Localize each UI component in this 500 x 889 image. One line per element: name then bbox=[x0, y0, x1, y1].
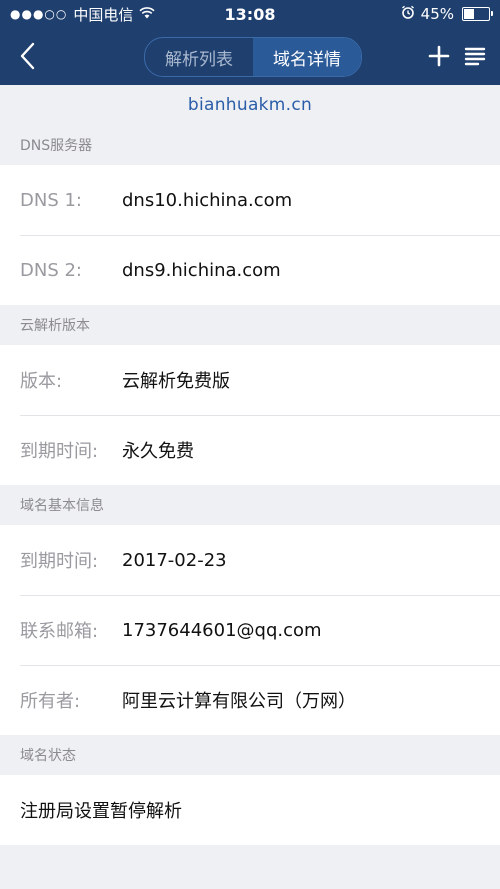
row-value: 阿里云计算有限公司（万网） bbox=[122, 691, 356, 712]
top-bar: ●●●○○ 中国电信 13:08 45% 解析列表 域名详情 bbox=[0, 0, 500, 85]
list-menu-icon bbox=[464, 47, 486, 66]
row-value: dns10.hichina.com bbox=[122, 189, 293, 211]
battery-percent: 45% bbox=[420, 5, 454, 23]
nav-bar: 解析列表 域名详情 bbox=[0, 28, 500, 85]
row-value: dns9.hichina.com bbox=[122, 259, 281, 281]
dns-row-1: DNS 1: dns10.hichina.com bbox=[0, 165, 500, 235]
version-row: 版本: 云解析免费版 bbox=[0, 345, 500, 415]
tab-record-list[interactable]: 解析列表 bbox=[145, 38, 253, 76]
back-chevron-icon bbox=[20, 42, 35, 70]
row-label: DNS 1: bbox=[20, 189, 82, 211]
row-label: 联系邮箱: bbox=[20, 621, 99, 642]
signal-strength: ●●●○○ bbox=[10, 7, 68, 21]
alarm-icon bbox=[401, 5, 415, 23]
segmented-control: 解析列表 域名详情 bbox=[144, 37, 362, 77]
version-expiry-row: 到期时间: 永久免费 bbox=[0, 415, 500, 485]
domain-name: bianhuakm.cn bbox=[0, 85, 500, 125]
status-rows: 注册局设置暂停解析 bbox=[0, 775, 500, 845]
section-header-version: 云解析版本 bbox=[0, 305, 500, 345]
battery-level-fill bbox=[464, 9, 474, 19]
section-header-domain-status: 域名状态 bbox=[0, 735, 500, 775]
row-value: 2017-02-23 bbox=[122, 549, 227, 571]
row-label: DNS 2: bbox=[20, 259, 82, 281]
basic-info-rows: 到期时间: 2017-02-23 联系邮箱: 1737644601@qq.com… bbox=[0, 525, 500, 735]
domain-status-value: 注册局设置暂停解析 bbox=[20, 801, 182, 822]
row-label: 到期时间: bbox=[20, 551, 99, 572]
back-button[interactable] bbox=[12, 40, 42, 72]
row-value: 永久免费 bbox=[122, 441, 194, 462]
row-label: 所有者: bbox=[20, 691, 81, 712]
add-button[interactable] bbox=[424, 41, 454, 71]
status-bar: ●●●○○ 中国电信 13:08 45% bbox=[0, 0, 500, 28]
tab-domain-details[interactable]: 域名详情 bbox=[253, 38, 361, 76]
wifi-icon bbox=[139, 5, 155, 23]
version-rows: 版本: 云解析免费版 到期时间: 永久免费 bbox=[0, 345, 500, 485]
owner-row: 所有者: 阿里云计算有限公司（万网） bbox=[0, 665, 500, 735]
battery-icon bbox=[462, 7, 493, 21]
domain-status-row: 注册局设置暂停解析 bbox=[0, 775, 500, 845]
row-value: 云解析免费版 bbox=[122, 371, 230, 392]
row-label: 版本: bbox=[20, 371, 63, 392]
expiry-date-row: 到期时间: 2017-02-23 bbox=[0, 525, 500, 595]
dns-rows: DNS 1: dns10.hichina.com DNS 2: dns9.hic… bbox=[0, 165, 500, 305]
row-label: 到期时间: bbox=[20, 441, 99, 462]
section-header-basic-info: 域名基本信息 bbox=[0, 485, 500, 525]
dns-row-2: DNS 2: dns9.hichina.com bbox=[0, 235, 500, 305]
row-value: 1737644601@qq.com bbox=[122, 619, 322, 641]
menu-button[interactable] bbox=[460, 41, 490, 71]
section-header-dns: DNS服务器 bbox=[0, 125, 500, 165]
plus-icon bbox=[428, 45, 450, 67]
carrier-name: 中国电信 bbox=[73, 5, 134, 24]
contact-email-row: 联系邮箱: 1737644601@qq.com bbox=[0, 595, 500, 665]
